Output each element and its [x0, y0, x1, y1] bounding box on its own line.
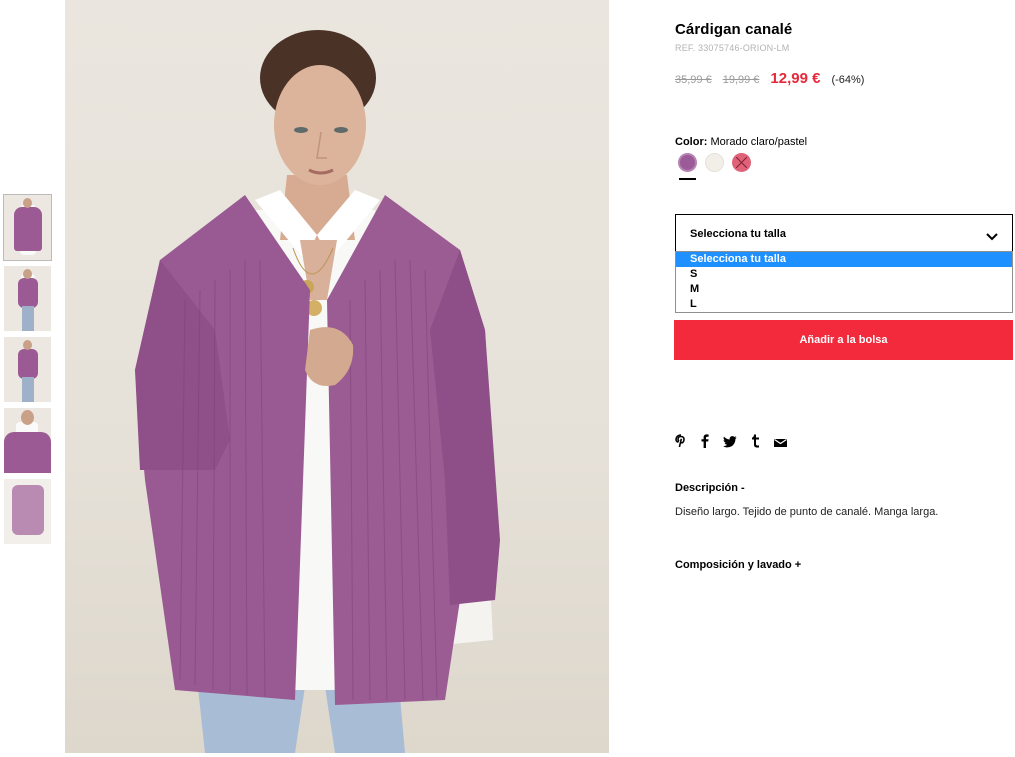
color-label: Color:	[675, 136, 708, 148]
thumbnail-2[interactable]	[4, 266, 51, 331]
product-reference: REF. 33075746-ORION-LM	[675, 43, 790, 53]
size-dropdown-list: Selecciona tu talla S M L	[675, 251, 1013, 313]
description-text: Diseño largo. Tejido de punto de canalé.…	[675, 506, 939, 518]
size-option-placeholder[interactable]: Selecciona tu talla	[676, 252, 1012, 267]
product-main-image	[65, 0, 609, 753]
twitter-icon[interactable]	[723, 435, 737, 453]
size-select[interactable]: Selecciona tu talla	[675, 214, 1013, 252]
color-swatches	[678, 153, 759, 172]
size-select-label: Selecciona tu talla	[690, 228, 786, 240]
swatch-off-white[interactable]	[705, 153, 724, 172]
chevron-down-icon	[986, 228, 998, 246]
previous-price: 19,99 €	[722, 74, 760, 86]
discount-percentage: (-64%)	[831, 74, 865, 86]
size-option-s[interactable]: S	[676, 267, 1012, 282]
color-label-row: Color: Morado claro/pastel	[675, 136, 807, 148]
thumbnail-5[interactable]	[4, 479, 51, 544]
product-title: Cárdigan canalé	[675, 21, 793, 38]
size-option-m[interactable]: M	[676, 282, 1012, 297]
selected-swatch-indicator	[679, 178, 696, 180]
description-heading[interactable]: Descripción -	[675, 482, 745, 494]
thumbnail-3[interactable]	[4, 337, 51, 402]
sale-price: 12,99 €	[770, 70, 821, 87]
thumbnail-4[interactable]	[4, 408, 51, 473]
add-to-bag-button[interactable]: Añadir a la bolsa	[674, 320, 1013, 360]
email-icon[interactable]	[774, 435, 787, 453]
share-icons	[675, 434, 801, 453]
swatch-lilac[interactable]	[678, 153, 697, 172]
model-illustration	[135, 30, 500, 753]
thumbnail-gallery	[3, 194, 52, 550]
original-price: 35,99 €	[675, 74, 712, 86]
thumbnail-1[interactable]	[3, 194, 52, 261]
pinterest-icon[interactable]	[675, 434, 687, 453]
facebook-icon[interactable]	[701, 434, 709, 453]
tumblr-icon[interactable]	[751, 434, 760, 453]
composition-heading[interactable]: Composición y lavado +	[675, 559, 801, 571]
color-value: Morado claro/pastel	[710, 136, 808, 148]
size-option-l[interactable]: L	[676, 297, 1012, 312]
price-block: 35,99 € 19,99 € 12,99 € (-64%)	[675, 70, 864, 87]
swatch-pink-unavailable[interactable]	[732, 153, 751, 172]
